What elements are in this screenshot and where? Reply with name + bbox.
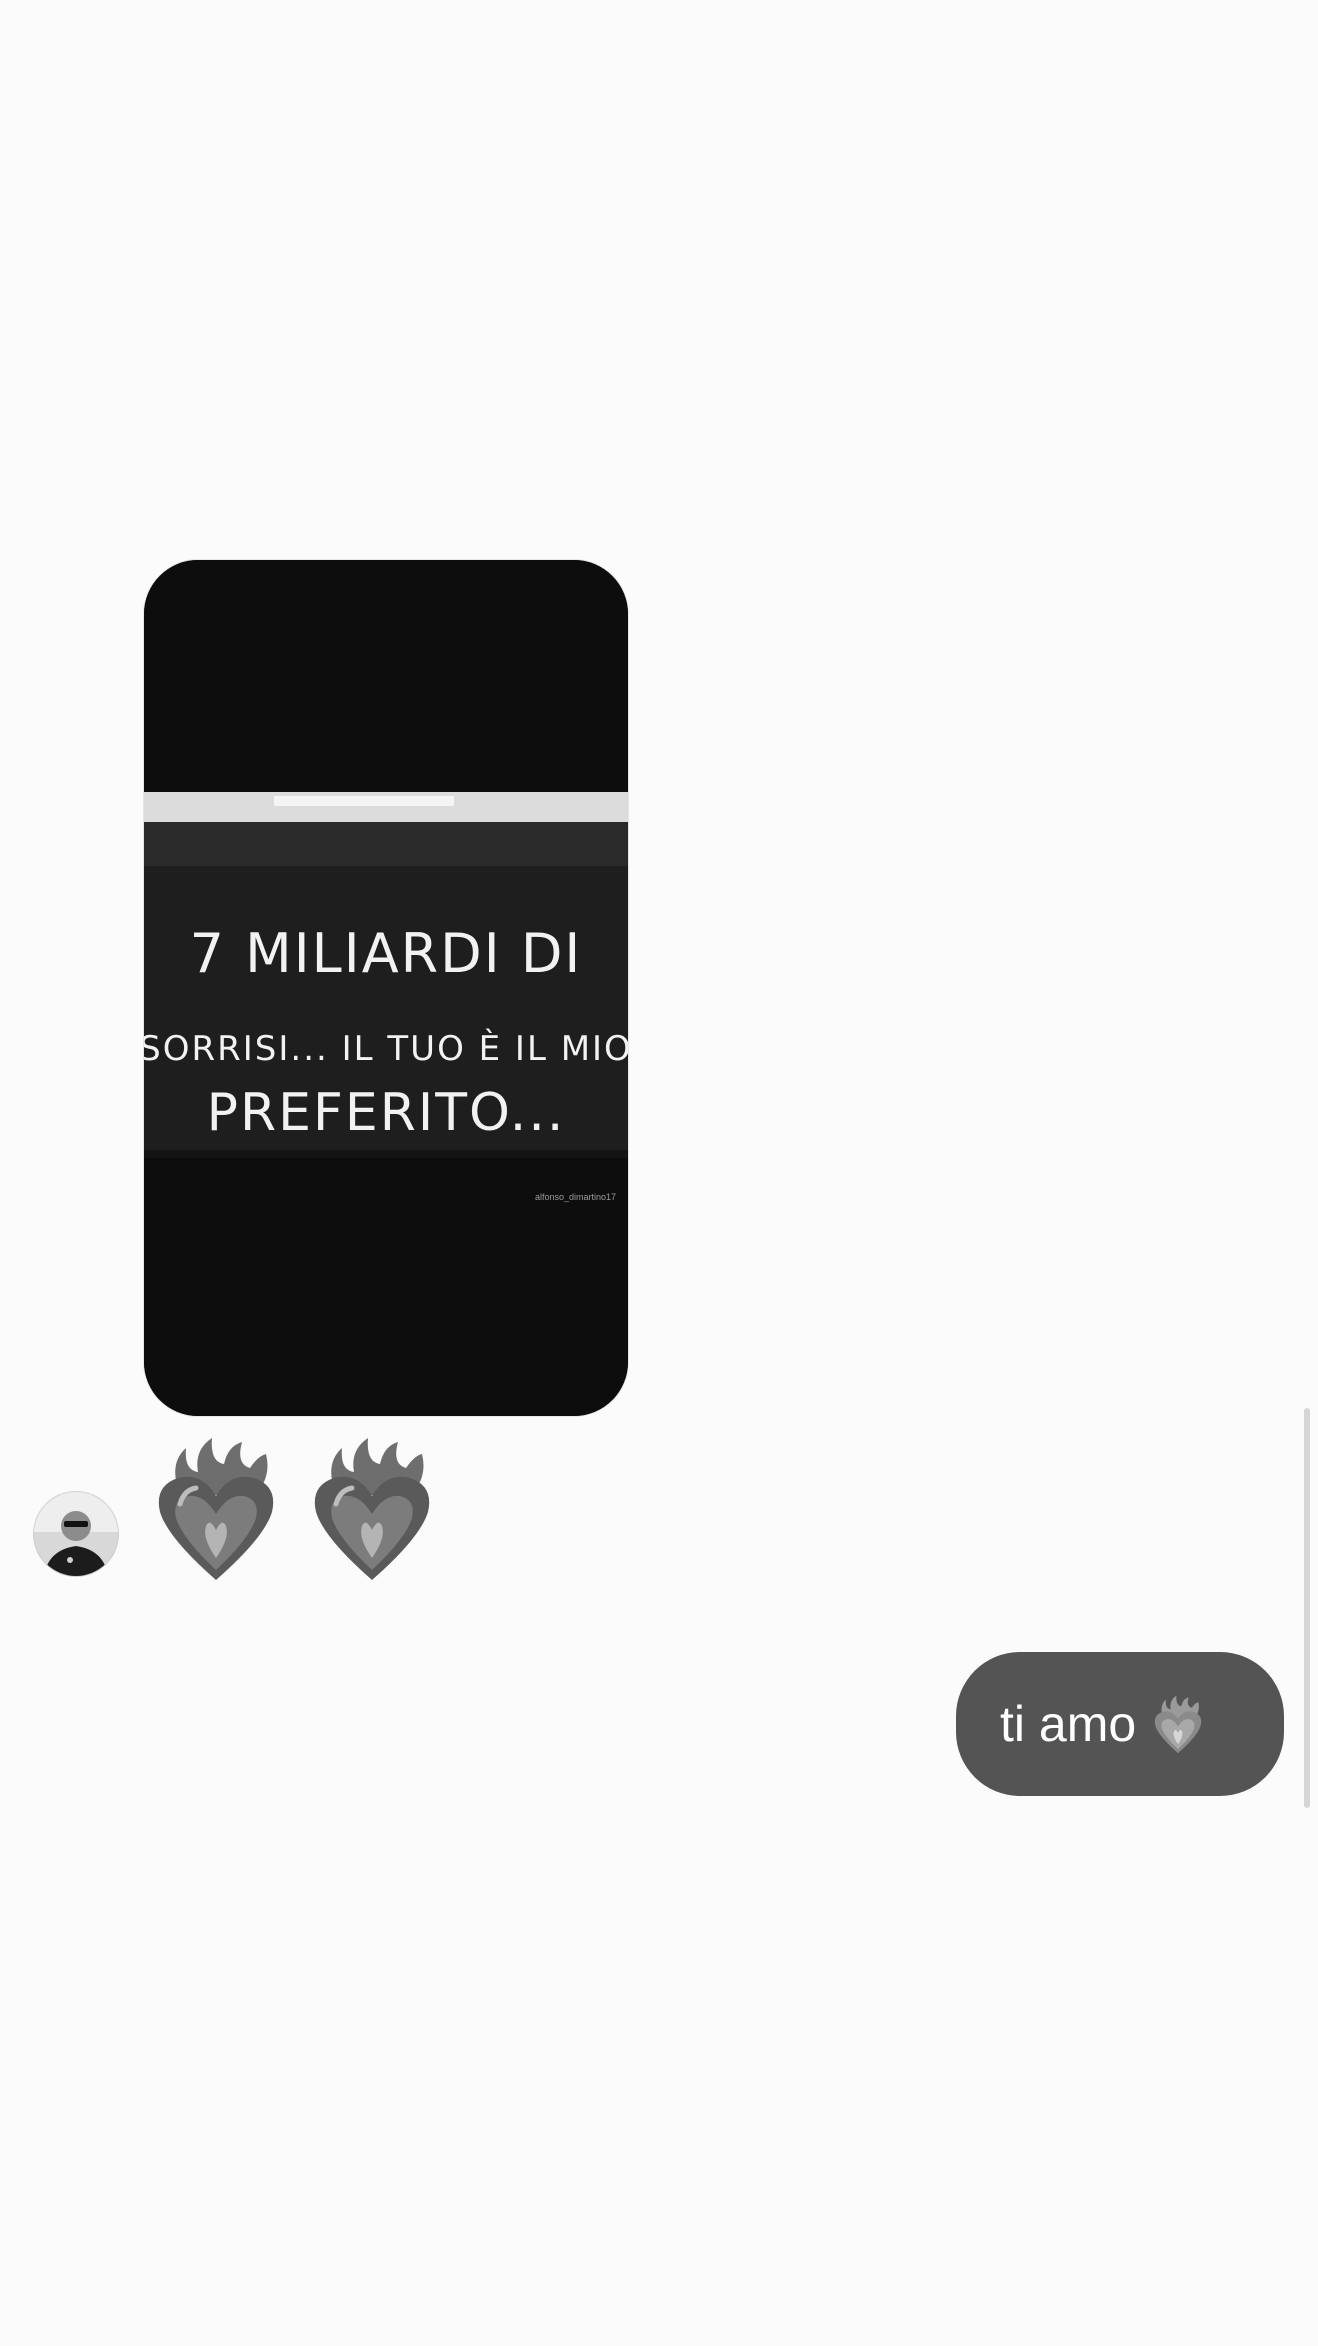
shared-post-card[interactable]: 7 MILIARDI DI SORRISI... IL TUO È IL MIO… (144, 560, 628, 1416)
post-line-1: 7 MILIARDI DI (190, 922, 583, 985)
heart-on-fire-icon[interactable] (150, 1434, 282, 1582)
outgoing-message-bubble[interactable]: ti amo (956, 1652, 1284, 1796)
scroll-indicator[interactable] (1304, 1408, 1310, 1808)
shared-post-image: 7 MILIARDI DI SORRISI... IL TUO È IL MIO… (144, 560, 628, 1416)
message-text: ti amo (1000, 1696, 1137, 1752)
person-photo-icon (34, 1492, 118, 1576)
heart-on-fire-icon[interactable] (306, 1434, 438, 1582)
chat-thread: 7 MILIARDI DI SORRISI... IL TUO È IL MIO… (0, 0, 1318, 2346)
post-line-2: SORRISI... IL TUO È IL MIO (144, 1028, 628, 1069)
post-line-3: PREFERITO... (207, 1083, 566, 1143)
heart-on-fire-icon (1150, 1694, 1206, 1754)
sender-avatar[interactable] (34, 1492, 118, 1576)
reaction-row (150, 1432, 438, 1582)
post-watermark: alfonso_dimartino17 (535, 1192, 616, 1202)
